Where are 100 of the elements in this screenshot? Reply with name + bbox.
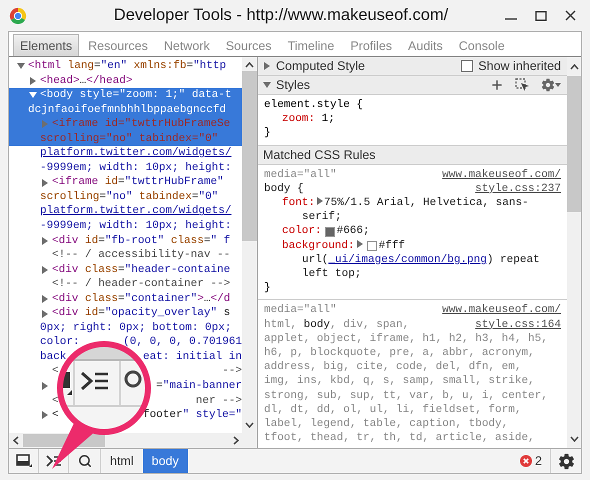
expand-arrow-icon[interactable] — [41, 382, 49, 390]
source-link[interactable]: www.makeuseof.com/ — [442, 303, 561, 318]
code-line: <iframe id="twttrHubFrame" — [52, 175, 224, 190]
selector: body { — [264, 182, 304, 196]
property-name: zoom: — [282, 112, 316, 126]
selector: address, big, cite, code, del, dfn, em, — [264, 360, 522, 374]
expand-arrow-icon[interactable] — [41, 411, 49, 420]
code-line: < — [52, 408, 59, 423]
settings-icon[interactable] — [558, 452, 574, 470]
browser-logo-icon — [9, 6, 27, 24]
scrollbar-thumb[interactable] — [567, 76, 581, 212]
settings-icon[interactable] — [541, 78, 561, 92]
link[interactable]: platform.twitter.com/widgets/ — [40, 146, 232, 161]
code-line: <iframe id="twttrHubFrameSe — [52, 117, 230, 132]
property-name: font: — [282, 196, 316, 210]
breadcrumb[interactable]: body — [142, 449, 188, 473]
code-line: <!-- / accessibility-nav -- — [52, 248, 230, 263]
expand-arrow-icon[interactable] — [316, 197, 324, 206]
property-value: left top; — [302, 267, 362, 282]
expand-arrow-icon[interactable] — [29, 76, 37, 85]
console-icon[interactable] — [46, 455, 62, 467]
code-line: <head>…</head> — [40, 74, 132, 88]
expand-arrow-icon[interactable] — [263, 62, 271, 70]
code-line: color: — [40, 335, 80, 350]
selector: element.style { — [264, 98, 364, 112]
closing-brace: } — [264, 281, 271, 296]
property-value: 75%/1.5 Arial, Helvetica, sans- — [324, 196, 529, 210]
source-link[interactable]: style.css:164 — [475, 318, 561, 332]
plus-icon[interactable] — [490, 78, 504, 92]
scrollbar-thumb[interactable] — [242, 71, 257, 241]
checkbox[interactable] — [461, 60, 474, 72]
search-icon[interactable] — [78, 454, 92, 468]
code-line: 0px; right: 0px; bottom: 0px; — [40, 320, 232, 336]
expand-arrow-icon[interactable] — [41, 178, 49, 187]
section-header[interactable]: Computed Style Show inherited — [258, 57, 567, 76]
code-line: < — [52, 364, 59, 380]
maximize-icon[interactable] — [535, 10, 547, 20]
dock-icon[interactable] — [16, 454, 32, 468]
code-line: eat: initial in — [142, 350, 242, 364]
color-swatch[interactable] — [366, 240, 377, 251]
code-line: scrolling="no" tabindex="0" — [40, 132, 218, 146]
expand-arrow-icon[interactable] — [41, 236, 49, 245]
code-line: -9999em; width: 10px; height: — [40, 219, 232, 234]
error-count: 2 — [535, 454, 542, 468]
color-swatch[interactable] — [324, 226, 335, 237]
expand-arrow-icon[interactable] — [356, 240, 364, 248]
code-line: dcjnfaoifoefmnbhhlbppaebgnccfd — [28, 102, 226, 118]
code-line: (0, 0, 0, 0.701961 — [123, 335, 242, 350]
code-line: --> — [222, 364, 242, 380]
code-line: ="main-banner — [156, 379, 242, 394]
link[interactable]: platform.twitter.com/widgets/ — [40, 204, 232, 220]
code-line: <div class="container">…</d — [52, 292, 230, 306]
selector: img, ins, kbd, q, s, samp, small, strike, — [264, 374, 535, 389]
code-line: ner --> — [196, 394, 242, 408]
link[interactable]: _ui/images/common/bg.png — [328, 252, 487, 268]
code-line: <div id="opacity_overlay" s — [52, 306, 230, 321]
selector: dl, dt, dd, ol, ul, li, fieldset, form, — [264, 402, 522, 418]
source-link[interactable]: style.css:237 — [475, 182, 561, 196]
selector: applet, object, iframe, h1, h2, h3, h4, h5, — [264, 332, 548, 346]
selector: tfoot, thead, tr, th, td, article, aside, — [264, 431, 535, 446]
property-name: color: — [282, 224, 322, 239]
media-query: media="all" — [264, 303, 337, 318]
property-value: #666; — [336, 224, 370, 239]
property-value: serif; — [302, 210, 342, 224]
code-line: <html lang="en" xmlns:fb="http — [28, 59, 226, 74]
code-line: <div class="header-containe — [52, 262, 230, 278]
code-line: <!-- / header-container --> — [52, 277, 230, 292]
checkbox-label: Show inherited — [478, 59, 561, 73]
section-header[interactable]: Styles — [258, 76, 567, 95]
expand-arrow-icon[interactable] — [17, 62, 25, 70]
expand-arrow-icon[interactable] — [41, 295, 49, 304]
section-title: Computed Style — [276, 59, 365, 73]
code-line: footer" style=" — [142, 408, 242, 423]
code-line: scrolling="no" tabindex="0" — [40, 190, 218, 204]
property-value: ) repeat — [486, 252, 540, 268]
expand-arrow-icon[interactable] — [29, 91, 37, 100]
element-picker-icon[interactable] — [515, 78, 530, 92]
selector: h6, p, blockquote, pre, a, abbr, acronym, — [264, 346, 535, 360]
tab[interactable]: Elements — [13, 34, 80, 56]
expand-arrow-icon[interactable] — [263, 81, 271, 89]
expand-arrow-icon[interactable] — [41, 310, 49, 318]
code-line: back — [40, 350, 66, 364]
property-name: background: — [282, 238, 355, 253]
section-title: Matched CSS Rules — [263, 148, 376, 162]
error-icon[interactable] — [520, 455, 532, 467]
expand-arrow-icon[interactable] — [41, 266, 49, 274]
code-line: < — [52, 394, 59, 408]
selector: label, legend, table, caption, tbody, — [264, 417, 508, 432]
breadcrumb[interactable]: html — [101, 449, 143, 473]
selector: strong, sub, sup, tt, var, b, u, i, center, — [264, 388, 548, 403]
closing-brace: } — [264, 126, 271, 141]
source-link[interactable]: www.makeuseof.com/ — [442, 168, 561, 182]
close-icon[interactable] — [565, 10, 576, 21]
section-title: Styles — [276, 78, 310, 92]
property-value: #fff — [378, 238, 406, 253]
media-query: media="all" — [264, 168, 337, 182]
code-line: <div id="fb-root" class=" f — [52, 234, 230, 248]
code-line: <body style="zoom: 1;" data-t — [40, 88, 232, 103]
property-value: url( — [302, 252, 328, 268]
selector: html, body, div, span, — [264, 318, 410, 332]
